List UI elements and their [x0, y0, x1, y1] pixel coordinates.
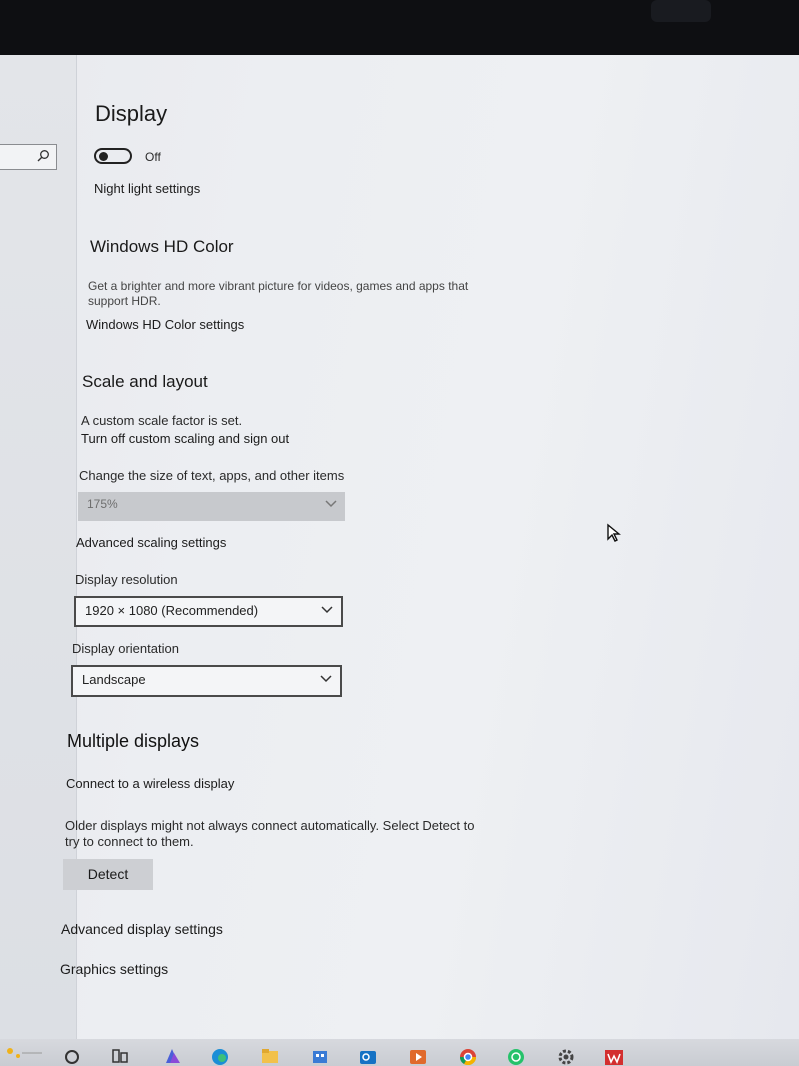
resolution-value: 1920 × 1080 (Recommended)	[85, 603, 259, 618]
orientation-dropdown[interactable]: Landscape	[71, 665, 342, 697]
wireless-display-link[interactable]: Connect to a wireless display	[66, 776, 234, 791]
search-circle-icon[interactable]	[62, 1045, 82, 1065]
outlook-icon[interactable]	[358, 1045, 378, 1065]
page-title: Display	[95, 101, 168, 126]
night-light-settings-link[interactable]: Night light settings	[94, 181, 200, 196]
hd-color-description-cont: support HDR.	[88, 294, 161, 308]
top-bezel	[651, 0, 711, 22]
settings-window: Display Off Night light settings Windows…	[0, 55, 799, 1039]
wps-office-icon[interactable]	[604, 1045, 624, 1065]
toggle-state-label: Off	[145, 150, 161, 164]
graphics-settings-link[interactable]: Graphics settings	[60, 961, 168, 977]
task-view-icon[interactable]	[110, 1045, 130, 1065]
chevron-down-icon	[321, 606, 333, 614]
taskbar	[0, 1039, 799, 1066]
app-icon[interactable]	[162, 1045, 182, 1065]
orientation-value: Landscape	[82, 672, 146, 687]
search-icon	[37, 150, 49, 162]
resolution-label: Display resolution	[75, 572, 178, 587]
scale-size-label: Change the size of text, apps, and other…	[79, 468, 345, 483]
night-light-toggle[interactable]	[94, 148, 132, 164]
chevron-down-icon	[325, 500, 337, 508]
advanced-display-settings-link[interactable]: Advanced display settings	[61, 921, 223, 937]
hd-color-heading: Windows HD Color	[90, 237, 234, 256]
settings-gear-icon[interactable]	[556, 1045, 576, 1065]
chrome-icon[interactable]	[458, 1045, 478, 1065]
scale-layout-heading: Scale and layout	[82, 372, 208, 391]
detect-note: Older displays might not always connect …	[65, 818, 475, 833]
search-input[interactable]	[0, 144, 57, 170]
detect-note-cont: try to connect to them.	[65, 834, 194, 849]
media-player-icon[interactable]	[408, 1045, 428, 1065]
orientation-label: Display orientation	[72, 641, 179, 656]
hd-color-settings-link[interactable]: Windows HD Color settings	[86, 317, 244, 332]
multiple-displays-heading: Multiple displays	[67, 731, 200, 751]
hd-color-description: Get a brighter and more vibrant picture …	[88, 279, 469, 293]
whatsapp-icon[interactable]	[506, 1045, 526, 1065]
detect-button[interactable]: Detect	[63, 859, 153, 890]
advanced-scaling-link[interactable]: Advanced scaling settings	[76, 535, 226, 550]
resolution-dropdown[interactable]: 1920 × 1080 (Recommended)	[74, 596, 343, 627]
toggle-knob	[99, 152, 108, 161]
scale-size-dropdown[interactable]: 175%	[78, 492, 345, 521]
turn-off-custom-scaling-link[interactable]: Turn off custom scaling and sign out	[81, 431, 289, 446]
mouse-cursor-icon	[607, 523, 621, 542]
edge-icon[interactable]	[210, 1045, 230, 1065]
chevron-down-icon	[320, 675, 332, 683]
start-icon[interactable]	[2, 1043, 42, 1063]
scale-size-value: 175%	[87, 497, 118, 511]
settings-sidebar	[0, 55, 77, 1039]
store-icon[interactable]	[310, 1045, 330, 1065]
custom-scale-notice: A custom scale factor is set.	[81, 413, 243, 428]
file-explorer-icon[interactable]	[260, 1045, 280, 1065]
